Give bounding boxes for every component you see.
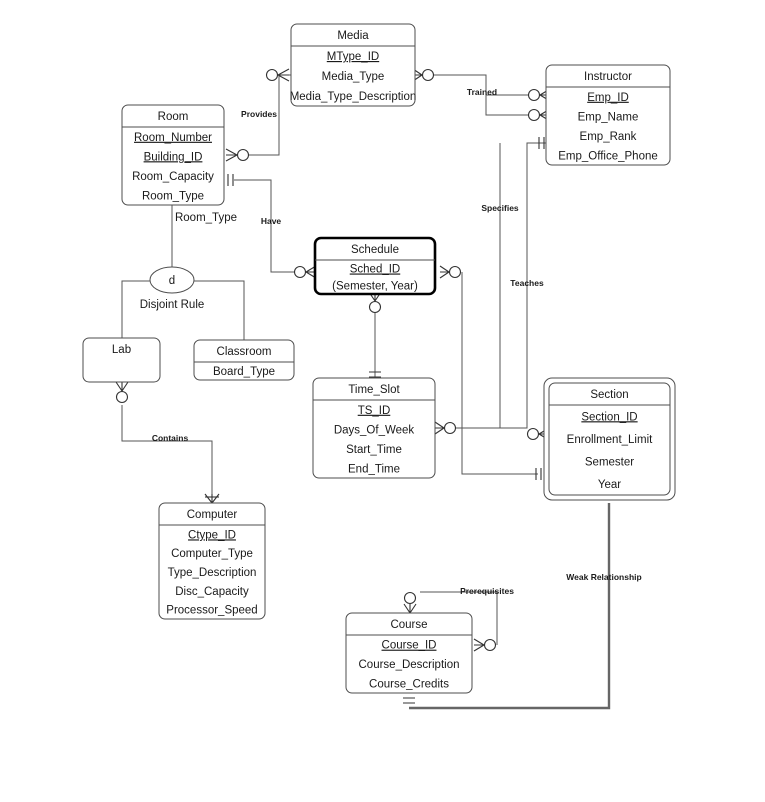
relationship-label-weak-relationship: Weak Relationship [566,572,641,582]
entity-attribute: Computer_Type [171,548,253,560]
edge-room-schedule [234,179,305,273]
entity-attribute: Start_Time [346,444,402,456]
entity-name: Section [590,389,628,401]
entity-attribute-key: Building_ID [144,151,203,163]
entity-attribute-key: TS_ID [358,405,391,417]
marker-course-right [473,638,497,652]
marker-room-media [225,148,250,162]
disjoint-symbol[interactable]: d [149,266,195,294]
marker-media-right [412,68,435,82]
entity-section[interactable]: Section Section_ID Enrollment_Limit Semeste… [543,377,676,501]
entity-computer[interactable]: Computer Ctype_ID Computer_Type Type_Descri… [158,502,266,620]
entity-attribute: Media_Type_Description [290,91,417,103]
marker-course-top [403,591,417,614]
entity-name: Lab [112,344,131,356]
entity-attribute: Media_Type [322,71,385,83]
relationship-label-teaches: Teaches [510,278,544,288]
entity-name: Time_Slot [348,384,400,396]
entity-attribute-key: Course_ID [382,640,437,652]
entity-name: Classroom [217,346,272,358]
annotation-room-type-discriminator: Room_Type [175,212,237,224]
entity-attribute: (Semester, Year) [332,281,418,293]
entity-attribute: Emp_Name [578,111,639,123]
er-diagram-svg: Media MType_ID Media_Type Media_Type_Descri… [82,23,676,710]
entity-classroom[interactable]: Classroom Board_Type [193,339,295,381]
entity-attribute-key: Ctype_ID [188,529,236,541]
marker-lab-bottom [115,381,129,404]
entity-time_slot[interactable]: Time_Slot TS_ID Days_Of_Week Start_Time End_… [312,377,436,479]
relationship-label-contains: Contains [152,433,189,443]
entity-lab[interactable]: Lab [82,337,161,383]
entity-attribute: Course_Credits [369,678,449,690]
entity-attribute: Semester [585,456,634,468]
entity-attribute: Year [598,479,621,491]
entity-attribute-key: Emp_ID [587,92,629,104]
entity-attribute: Emp_Rank [580,131,637,143]
marker-schedule-left [293,265,317,279]
entity-attribute: Type_Description [168,567,257,579]
entity-instructor[interactable]: Instructor Emp_ID Emp_Name Emp_Rank Emp_Offi… [545,64,671,166]
relationship-label-prerequisites: Prerequisites [460,586,514,596]
er-diagram-canvas: Media MType_ID Media_Type Media_Type_Descri… [0,0,765,802]
entity-attribute-key: Section_ID [581,411,637,423]
entity-attribute: Disc_Capacity [175,586,249,598]
entity-attribute: Processor_Speed [166,605,257,617]
annotation-disjoint-rule-label: Disjoint Rule [140,299,205,311]
marker-computer-top [204,493,220,504]
entity-name: Instructor [584,71,632,83]
marker-media-left [265,68,290,82]
entity-name: Course [390,619,427,631]
disjoint-symbol-letter: d [169,275,175,287]
entity-attribute: End_Time [348,463,400,475]
entity-attribute: Course_Description [359,659,460,671]
entity-boxes: Media MType_ID Media_Type Media_Type_Descri… [82,23,676,694]
entity-name: Room [158,111,189,123]
marker-timeslot-right [434,421,457,435]
entity-attribute: Board_Type [213,366,275,378]
entity-attribute: Room_Capacity [132,171,214,183]
relationship-label-have: Have [261,216,282,226]
entity-room[interactable]: Room Room_Number Building_ID Room_Capacity R… [121,104,225,206]
specialization-symbol: d [149,266,195,294]
entity-course[interactable]: Course Course_ID Course_Description Course_… [345,612,473,694]
entity-attribute: Enrollment_Limit [567,434,653,446]
relationship-label-trained: Trained [467,87,497,97]
entity-attribute-key: Room_Number [134,132,212,144]
entity-name: Media [337,30,369,42]
marker-room-schedule [227,174,234,186]
edge-lab-computer [121,405,213,495]
marker-schedule-right [439,265,462,279]
annotation-labels: Room_Type Disjoint Rule [140,212,237,311]
entity-attribute: Room_Type [142,190,204,202]
entity-attribute: Days_Of_Week [334,424,415,436]
entity-schedule[interactable]: Schedule Sched_ID (Semester, Year) [313,236,437,296]
marker-course-bottom [403,697,415,704]
entity-name: Schedule [351,244,399,256]
relationship-label-specifies: Specifies [481,203,519,213]
entity-attribute-key: MType_ID [327,51,379,63]
relationship-label-provides: Provides [241,109,277,119]
entity-name: Computer [187,509,238,521]
entity-attribute-key: Sched_ID [350,264,401,276]
entity-media[interactable]: Media MType_ID Media_Type Media_Type_Descri… [290,23,417,107]
entity-attribute: Emp_Office_Phone [558,150,658,162]
